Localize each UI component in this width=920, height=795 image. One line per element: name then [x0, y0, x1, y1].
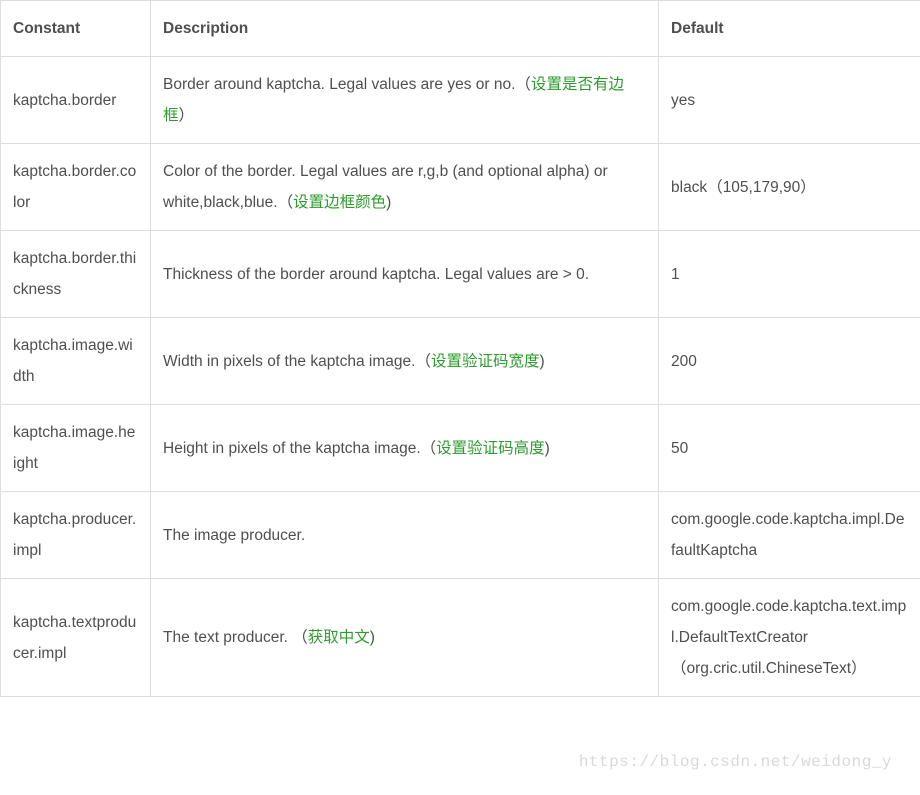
desc-text: Thickness of the border around kaptcha. …	[163, 266, 589, 283]
default-text: black	[671, 179, 707, 196]
cell-default: black（105,179,90）	[659, 144, 920, 231]
table-row: kaptcha.image.widthWidth in pixels of th…	[1, 318, 920, 405]
desc-note: 获取中文	[308, 629, 370, 646]
cell-description: Border around kaptcha. Legal values are …	[151, 57, 659, 144]
cell-description: Width in pixels of the kaptcha image.（设置…	[151, 318, 659, 405]
table-row: kaptcha.border.colorColor of the border.…	[1, 144, 920, 231]
cell-constant: kaptcha.producer.impl	[1, 492, 151, 579]
desc-note-prefix: （	[288, 629, 308, 646]
table-row: kaptcha.producer.impl The image producer.…	[1, 492, 920, 579]
col-header-constant: Constant	[1, 1, 151, 57]
desc-text: The text producer.	[163, 629, 288, 646]
table-row: kaptcha.border Border around kaptcha. Leg…	[1, 57, 920, 144]
table-row: kaptcha.textproducer.implThe text produc…	[1, 579, 920, 697]
cell-default: 1	[659, 231, 920, 318]
desc-note: 设置验证码高度	[436, 440, 545, 457]
cell-default: 50	[659, 405, 920, 492]
cell-constant: kaptcha.border	[1, 57, 151, 144]
desc-note-suffix: )	[545, 440, 550, 457]
desc-text: Height in pixels of the kaptcha image.	[163, 440, 421, 457]
cell-description: Color of the border. Legal values are r,…	[151, 144, 659, 231]
desc-text: The image producer.	[163, 527, 305, 544]
default-text: com.google.code.kaptcha.text.impl.Defaul…	[671, 598, 906, 646]
cell-constant: kaptcha.image.width	[1, 318, 151, 405]
desc-text: Width in pixels of the kaptcha image.	[163, 353, 415, 370]
desc-note: 设置验证码宽度	[431, 353, 540, 370]
desc-note-suffix: )	[386, 194, 391, 211]
cell-default: com.google.code.kaptcha.impl.DefaultKapt…	[659, 492, 920, 579]
default-note: （105,179,90）	[707, 179, 816, 196]
cell-description: Thickness of the border around kaptcha. …	[151, 231, 659, 318]
cell-constant: kaptcha.border.thickness	[1, 231, 151, 318]
desc-note: 设置边框颜色	[293, 194, 386, 211]
desc-note-suffix: )	[370, 629, 375, 646]
desc-note-suffix: ）	[179, 107, 195, 124]
desc-note-suffix: )	[539, 353, 544, 370]
cell-description: The image producer.	[151, 492, 659, 579]
cell-default: com.google.code.kaptcha.text.impl.Defaul…	[659, 579, 920, 697]
desc-note-prefix: （	[415, 353, 431, 370]
desc-note-prefix: （	[421, 440, 437, 457]
table-row: kaptcha.image.heightHeight in pixels of …	[1, 405, 920, 492]
desc-note-prefix: （	[515, 76, 531, 93]
table-header-row: Constant Description Default	[1, 1, 920, 57]
desc-text: Border around kaptcha. Legal values are …	[163, 76, 515, 93]
default-note: （org.cric.util.ChineseText）	[671, 660, 867, 677]
cell-constant: kaptcha.textproducer.impl	[1, 579, 151, 697]
default-text: yes	[671, 92, 695, 109]
col-header-default: Default	[659, 1, 920, 57]
cell-description: The text producer. （获取中文)	[151, 579, 659, 697]
desc-note-prefix: （	[278, 194, 294, 211]
watermark: https://blog.csdn.net/weidong_y	[579, 753, 892, 771]
default-text: 50	[671, 440, 688, 457]
default-text: com.google.code.kaptcha.impl.DefaultKapt…	[671, 511, 905, 559]
col-header-description: Description	[151, 1, 659, 57]
cell-description: Height in pixels of the kaptcha image.（设…	[151, 405, 659, 492]
table-row: kaptcha.border.thickness Thickness of the…	[1, 231, 920, 318]
cell-constant: kaptcha.image.height	[1, 405, 151, 492]
config-table: Constant Description Default kaptcha.bor…	[0, 0, 920, 697]
cell-default: 200	[659, 318, 920, 405]
cell-constant: kaptcha.border.color	[1, 144, 151, 231]
cell-default: yes	[659, 57, 920, 144]
default-text: 1	[671, 266, 680, 283]
default-text: 200	[671, 353, 697, 370]
